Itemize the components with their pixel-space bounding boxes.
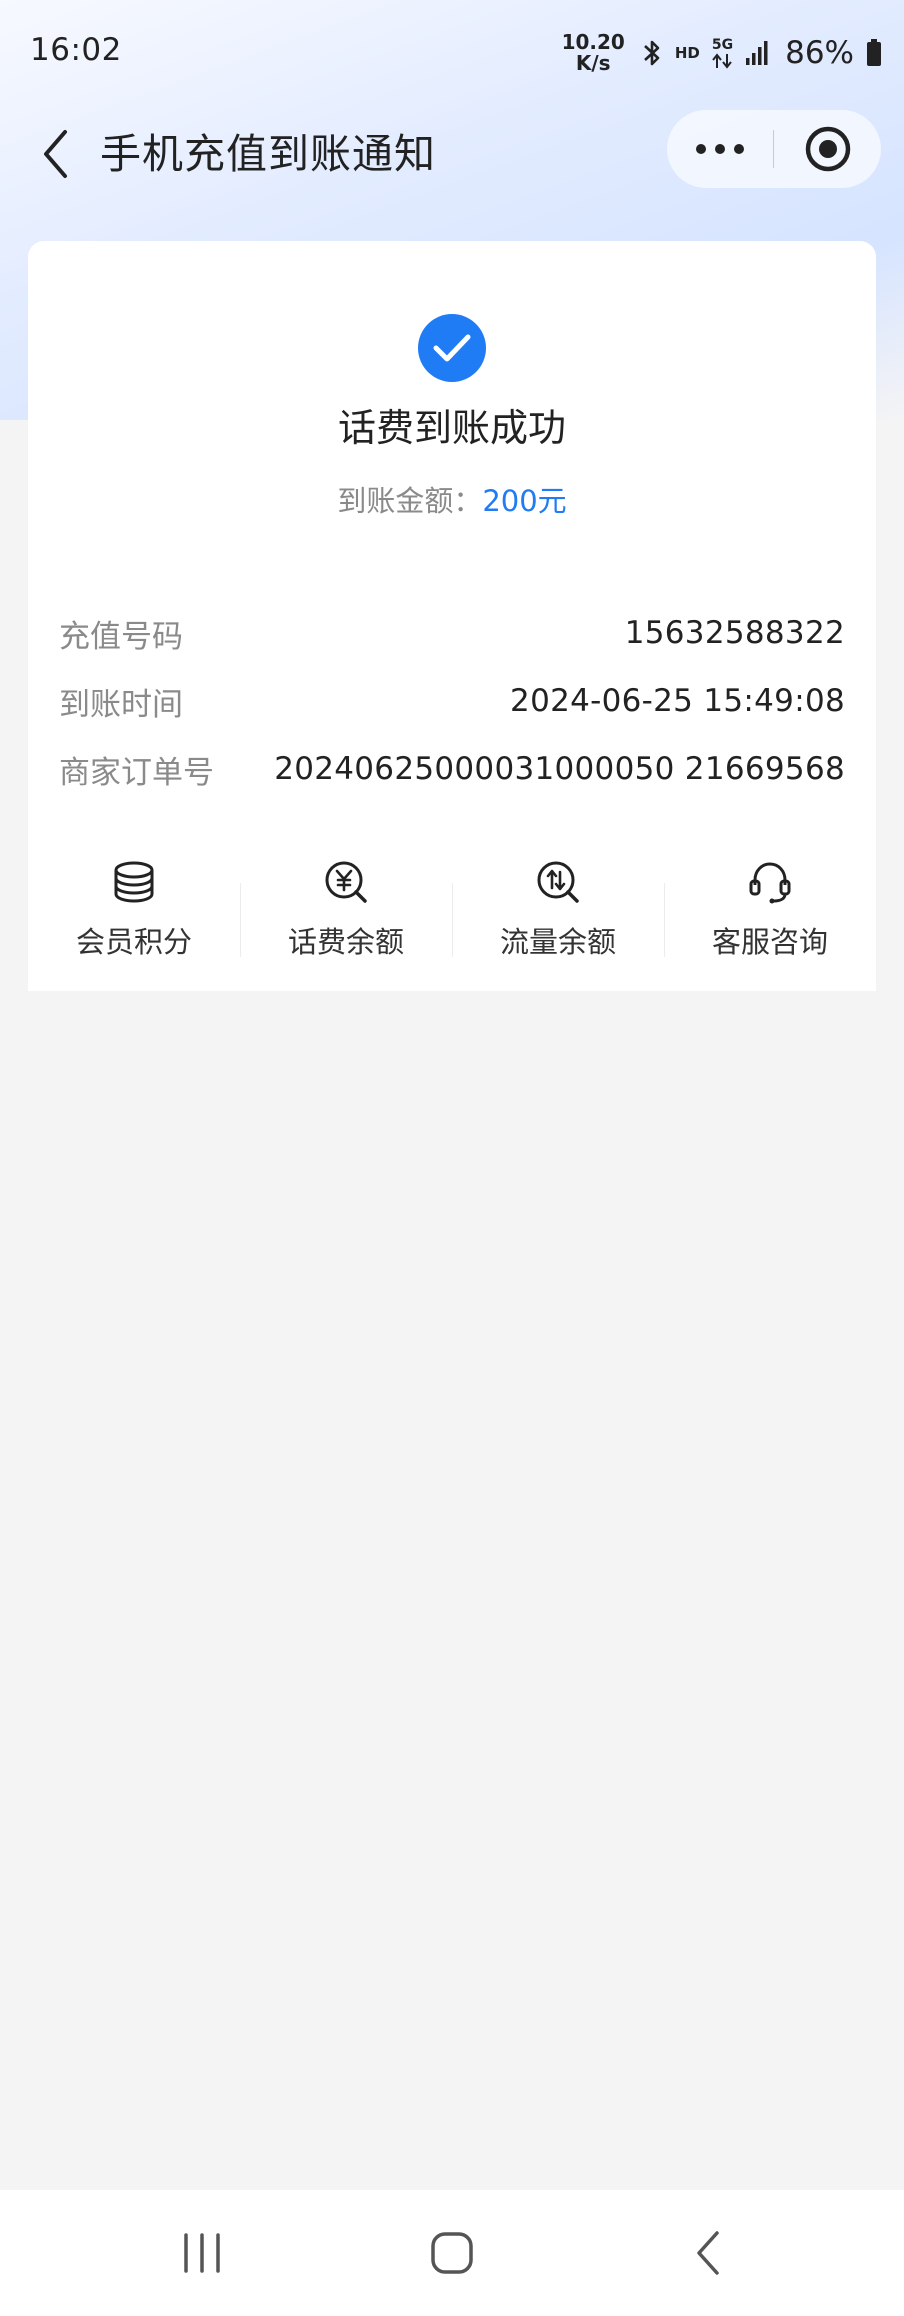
back-button[interactable] — [26, 124, 86, 184]
detail-row-phone: 充值号码 15632588322 — [59, 611, 845, 655]
detail-label: 商家订单号 — [59, 754, 214, 791]
close-mini-program-button[interactable] — [774, 110, 881, 188]
action-label: 客服咨询 — [711, 925, 828, 959]
recent-apps-icon — [184, 2233, 220, 2273]
status-time: 16:02 — [30, 32, 122, 68]
mini-program-capsule — [667, 110, 881, 188]
data-arrows-icon — [712, 53, 733, 69]
amount-value: 200元 — [482, 484, 567, 518]
detail-row-time: 到账时间 2024-06-25 15:49:08 — [59, 679, 845, 723]
back-icon — [697, 2231, 719, 2275]
action-label: 会员积分 — [75, 925, 192, 959]
network-speed: 10.20 K/s — [562, 32, 625, 74]
action-customer-service[interactable]: 客服咨询 — [664, 851, 876, 961]
back-arrow-icon — [44, 130, 67, 178]
bluetooth-icon — [643, 40, 660, 66]
network-speed-value: 10.20 — [561, 30, 625, 54]
action-data-balance[interactable]: 流量余额 — [452, 851, 664, 961]
home-icon — [431, 2232, 473, 2274]
recharge-result-card: 话费到账成功 到账金额：200元 充值号码 15632588322 到账时间 2… — [28, 241, 876, 991]
yuan-search-icon — [325, 861, 367, 903]
amount-line: 到账金额：200元 — [28, 481, 876, 521]
more-dots-icon — [696, 144, 706, 154]
more-button[interactable] — [667, 110, 773, 188]
battery-icon — [867, 39, 881, 66]
close-target-icon — [805, 126, 850, 172]
detail-value: 20240625000031000050 21669568 — [274, 751, 845, 787]
hd-badge: HD — [674, 44, 700, 62]
signal-icon — [746, 41, 768, 65]
system-nav-bar — [0, 2190, 904, 2316]
status-indicators: 10.20 K/s HD 5G 86% — [562, 28, 882, 78]
status-bar: 16:02 10.20 K/s HD 5G 86% — [0, 0, 904, 104]
coins-stack-icon — [114, 861, 154, 903]
quick-actions: 会员积分 话费余额 流量余额 客服咨询 — [28, 851, 876, 961]
data-search-icon — [537, 861, 579, 903]
check-mark — [433, 334, 471, 362]
network-type: 5G — [712, 37, 733, 69]
success-title: 话费到账成功 — [337, 406, 566, 450]
nav-bar: 手机充值到账通知 — [0, 104, 904, 200]
more-dot — [715, 144, 725, 154]
action-phone-balance[interactable]: 话费余额 — [240, 851, 452, 961]
more-dot — [734, 144, 744, 154]
action-label: 话费余额 — [287, 925, 404, 959]
detail-label: 充值号码 — [59, 618, 183, 655]
headset-icon — [749, 862, 791, 904]
action-label: 流量余额 — [499, 925, 616, 959]
battery-percent: 86% — [785, 35, 854, 71]
action-member-points[interactable]: 会员积分 — [28, 851, 240, 961]
detail-value: 15632588322 — [624, 615, 845, 651]
detail-row-order: 商家订单号 20240625000031000050 21669568 — [59, 747, 845, 791]
page-title: 手机充值到账通知 — [100, 130, 436, 178]
amount-label: 到账金额： — [337, 484, 483, 518]
recent-apps-button[interactable] — [162, 2218, 242, 2288]
network-type-label: 5G — [711, 37, 734, 53]
detail-value: 2024-06-25 15:49:08 — [510, 683, 845, 719]
home-button[interactable] — [412, 2218, 492, 2288]
check-circle-icon — [418, 314, 486, 382]
detail-label: 到账时间 — [59, 686, 183, 723]
network-speed-unit: K/s — [575, 51, 611, 75]
system-back-button[interactable] — [668, 2218, 748, 2288]
